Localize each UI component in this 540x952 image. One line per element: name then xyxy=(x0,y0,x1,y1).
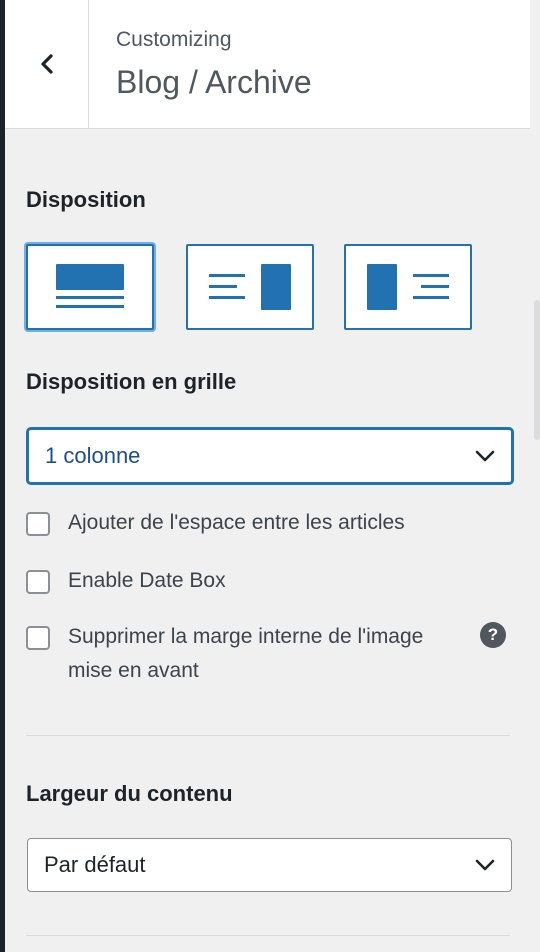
disposition-options xyxy=(26,244,472,330)
section-title: Blog / Archive xyxy=(116,64,312,100)
customizer-header: Customizing Blog / Archive xyxy=(5,0,530,129)
chevron-down-icon xyxy=(475,450,495,462)
grid-layout-value: 1 colonne xyxy=(45,443,141,468)
image-margin-checkbox-label: Supprimer la marge interne de l'image mi… xyxy=(68,625,424,682)
content-width-select[interactable]: Par défaut xyxy=(27,838,512,892)
content-width-label: Largeur du contenu xyxy=(26,781,233,806)
checkbox-row-date-box: Enable Date Box xyxy=(26,568,226,598)
grid-layout-select[interactable]: 1 colonne xyxy=(27,428,513,484)
left-sidebar-layout-icon xyxy=(367,264,449,310)
divider xyxy=(26,735,510,736)
chevron-left-icon xyxy=(40,54,53,74)
header-text: Customizing Blog / Archive xyxy=(116,28,312,102)
date-box-checkbox[interactable] xyxy=(26,570,50,594)
window-edge xyxy=(0,0,5,952)
full-width-layout-icon xyxy=(56,264,124,308)
grid-layout-label: Disposition en grille xyxy=(26,369,237,394)
date-box-checkbox-label: Enable Date Box xyxy=(68,569,226,592)
divider xyxy=(26,935,510,936)
checkbox-row-spacing: Ajouter de l'espace entre les articles xyxy=(26,510,405,540)
checkbox-row-image-margin: Supprimer la marge interne de l'image mi… xyxy=(26,624,466,688)
layout-right-sidebar-option[interactable] xyxy=(186,244,314,330)
layout-left-sidebar-option[interactable] xyxy=(344,244,472,330)
right-sidebar-layout-icon xyxy=(209,264,291,310)
scrollbar[interactable] xyxy=(534,300,540,440)
content-width-value: Par défaut xyxy=(44,852,146,877)
help-icon[interactable]: ? xyxy=(480,622,506,648)
back-button[interactable] xyxy=(5,0,89,128)
spacing-checkbox-label: Ajouter de l'espace entre les articles xyxy=(68,511,405,534)
disposition-label: Disposition xyxy=(26,187,146,212)
spacing-checkbox[interactable] xyxy=(26,512,50,536)
layout-full-width-option[interactable] xyxy=(26,244,154,330)
customizing-label: Customizing xyxy=(116,28,232,51)
chevron-down-icon xyxy=(475,859,495,871)
image-margin-checkbox[interactable] xyxy=(26,626,50,650)
